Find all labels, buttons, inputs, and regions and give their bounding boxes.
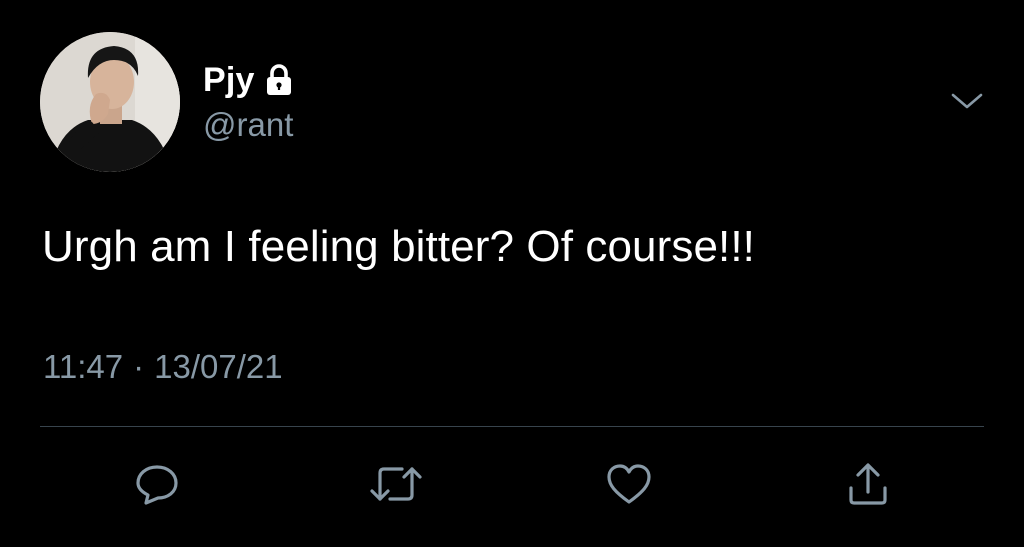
tweet-text: Urgh am I feeling bitter? Of course!!! [42, 222, 755, 271]
lock-icon [265, 64, 293, 96]
tweet-time: 11:47 [43, 348, 124, 385]
chevron-down-icon[interactable] [950, 88, 984, 114]
like-button[interactable] [603, 458, 655, 510]
timestamp-separator: · [133, 348, 145, 385]
name-row: Pjy [203, 60, 293, 100]
share-icon [845, 460, 891, 508]
user-handle[interactable]: @rant [203, 106, 293, 144]
tweet: Pjy @rant Urgh am I feeling bitter? Of c… [0, 0, 1024, 547]
tweet-date: 13/07/21 [154, 348, 283, 385]
reply-icon [134, 461, 180, 507]
heart-icon [605, 461, 653, 507]
divider [40, 426, 984, 427]
share-button[interactable] [842, 458, 894, 510]
tweet-timestamp: 11:47 · 13/07/21 [43, 348, 283, 386]
retweet-button[interactable] [370, 458, 422, 510]
reply-button[interactable] [131, 458, 183, 510]
retweet-icon [368, 461, 424, 507]
avatar[interactable] [40, 32, 180, 172]
display-name[interactable]: Pjy [203, 61, 255, 100]
